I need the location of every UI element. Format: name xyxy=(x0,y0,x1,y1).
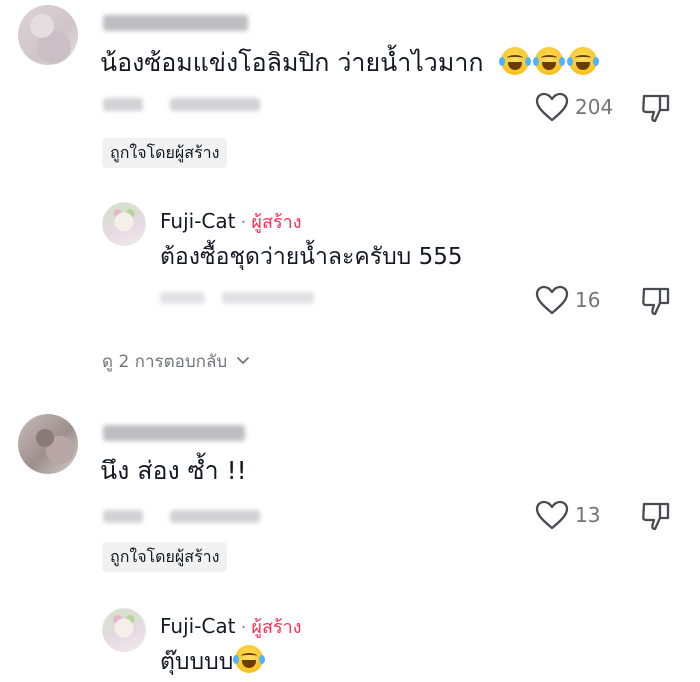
liked-by-creator-badge: ถูกใจโดยผู้สร้าง xyxy=(102,542,228,572)
face-with-tears-of-joy-icon xyxy=(499,47,532,75)
comment-meta-blurred xyxy=(103,98,143,111)
reply-button-blurred[interactable] xyxy=(170,98,260,111)
heart-icon xyxy=(535,500,569,530)
like-count: 13 xyxy=(575,503,601,527)
thumbs-down-icon xyxy=(642,287,670,316)
reply-author-line: Fuji-Cat · ผู้สร้าง xyxy=(160,207,302,236)
reply-text: ตุ๊บบบบ xyxy=(160,645,266,676)
dislike-button[interactable] xyxy=(640,500,674,532)
thumbs-down-icon xyxy=(642,94,670,123)
creator-avatar[interactable] xyxy=(102,202,146,246)
view-replies-button[interactable]: ดู 2 การตอบกลับ xyxy=(102,348,250,375)
reply-author-name[interactable]: Fuji-Cat xyxy=(160,209,235,233)
reply-text: ต้องซื้อชุดว่ายน้ำละครับบ 555 xyxy=(160,244,463,270)
reply-author-line: Fuji-Cat · ผู้สร้าง xyxy=(160,612,302,641)
reply-like-button[interactable] xyxy=(535,285,571,317)
reply-dislike-button[interactable] xyxy=(640,285,674,317)
commenter-name-blurred[interactable] xyxy=(103,15,248,31)
view-replies-label: ดู 2 การตอบกลับ xyxy=(102,352,228,372)
reply-author-name[interactable]: Fuji-Cat xyxy=(160,614,235,638)
creator-label: ผู้สร้าง xyxy=(251,212,302,233)
separator-dot: · xyxy=(240,212,247,233)
liked-by-creator-badge: ถูกใจโดยผู้สร้าง xyxy=(102,138,228,168)
face-with-tears-of-joy-icon xyxy=(533,47,566,75)
comment-text: น้องซ้อมแข่งโอลิมปิก ว่ายน้ำไวมาก xyxy=(100,47,600,78)
comment-meta-blurred xyxy=(103,510,143,523)
face-with-tears-of-joy-icon xyxy=(567,47,600,75)
reply-reply-button-blurred[interactable] xyxy=(222,292,314,304)
commenter-avatar[interactable] xyxy=(18,414,78,474)
commenter-name-blurred[interactable] xyxy=(103,425,245,441)
creator-avatar[interactable] xyxy=(102,608,146,652)
like-button[interactable] xyxy=(535,92,571,124)
reply-meta-blurred xyxy=(160,292,205,304)
separator-dot: · xyxy=(240,617,247,638)
reply-button-blurred[interactable] xyxy=(170,510,260,523)
thumbs-down-icon xyxy=(642,502,670,531)
dislike-button[interactable] xyxy=(640,92,674,124)
heart-icon xyxy=(535,285,569,315)
heart-icon xyxy=(535,92,569,122)
reply-like-count: 16 xyxy=(575,288,601,312)
face-with-tears-of-joy-icon xyxy=(233,645,266,673)
chevron-down-icon xyxy=(236,356,250,365)
like-button[interactable] xyxy=(535,500,571,532)
commenter-avatar[interactable] xyxy=(18,5,78,65)
comment-text: นึง ส่อง ซ้ำ !! xyxy=(100,456,247,485)
like-count: 204 xyxy=(575,95,614,119)
creator-label: ผู้สร้าง xyxy=(251,617,302,638)
